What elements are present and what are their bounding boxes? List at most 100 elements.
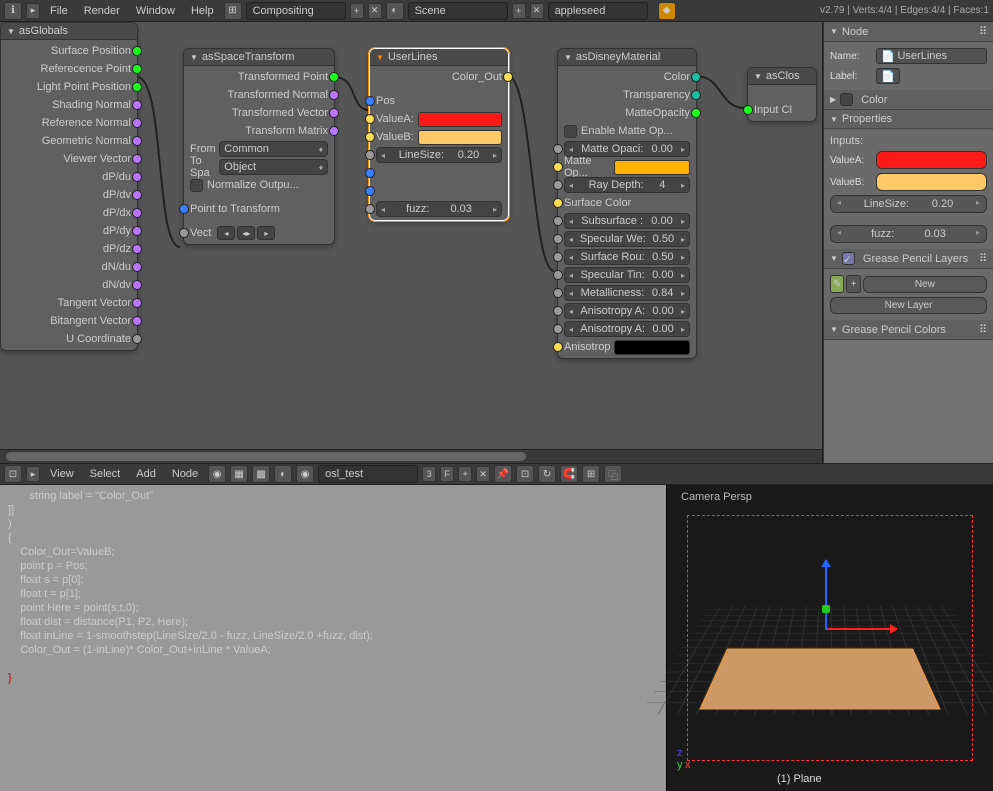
material-icon[interactable]: ◉ <box>296 465 314 483</box>
layout-del-button[interactable]: ✕ <box>368 3 382 19</box>
menu-help[interactable]: Help <box>185 3 220 19</box>
script-del-icon[interactable]: ✕ <box>476 466 490 482</box>
tree-type-comp-icon[interactable]: ▦ <box>230 465 248 483</box>
label-field[interactable]: 📄 <box>876 68 900 84</box>
metallicness-field[interactable]: ◂Metallicness:0.84▸ <box>564 285 690 301</box>
tree-type-tex-icon[interactable]: ▩ <box>252 465 270 483</box>
node-asclosure[interactable]: ▼asClos Input Cl <box>747 67 817 122</box>
grip-icon[interactable]: ⠿ <box>979 25 987 38</box>
scene-del-button[interactable]: ✕ <box>530 3 544 19</box>
node-canvas-scrollbar[interactable] <box>0 449 822 463</box>
subsurface-field[interactable]: ◂Subsurface :0.00▸ <box>564 213 690 229</box>
menu-view[interactable]: View <box>44 466 80 482</box>
out-transformed-vector: Transformed Vector <box>232 107 328 119</box>
editor-type-icon[interactable]: ℹ <box>4 2 22 20</box>
fuzz-field[interactable]: ◂fuzz:0.03▸ <box>376 201 502 217</box>
node-editor-canvas[interactable]: ▼asGlobals Surface Position Referecence … <box>0 22 823 463</box>
color-checkbox[interactable] <box>840 93 853 106</box>
spectin-field[interactable]: ◂Specular Tin:0.00▸ <box>564 267 690 283</box>
gizmo-y-axis[interactable] <box>822 605 830 613</box>
gizmo-z-axis[interactable] <box>825 560 827 630</box>
users-count[interactable]: 3 <box>422 466 436 482</box>
valueb-swatch[interactable] <box>876 173 987 191</box>
nav-prev-icon[interactable]: ◂ <box>217 226 235 240</box>
code-text: string label = "Color_Out" ]] ) { Color_… <box>8 490 373 656</box>
backdrop-icon[interactable]: ⊡ <box>516 465 534 483</box>
node-asglobals[interactable]: ▼asGlobals Surface Position Referecence … <box>0 22 138 351</box>
new-button[interactable]: New <box>863 276 987 293</box>
aniso-a-field[interactable]: ◂Anisotropy A:0.00▸ <box>564 303 690 319</box>
specwe-field[interactable]: ◂Specular We:0.50▸ <box>564 231 690 247</box>
pencil-icon[interactable]: ✎ <box>830 275 844 293</box>
valuea-swatch[interactable] <box>418 112 502 127</box>
properties-panel: ▼Node⠿ Name:📄 UserLines Label:📄 ▶Color ▼… <box>823 22 993 463</box>
out-color-out: Color_Out <box>452 71 502 83</box>
valuea-label: ValueA: <box>830 155 872 166</box>
layout-add-button[interactable]: + <box>350 3 364 19</box>
menu-add[interactable]: Add <box>130 466 162 482</box>
layout-dropdown[interactable]: Compositing <box>246 2 346 20</box>
from-dropdown[interactable]: Common♦ <box>219 141 328 157</box>
scene-add-button[interactable]: + <box>512 3 526 19</box>
node-asdisneymaterial[interactable]: ▼asDisneyMaterial Color Transparency Mat… <box>557 48 697 359</box>
linesize-field[interactable]: ◂LineSize:0.20▸ <box>830 195 987 213</box>
panel-node-header[interactable]: ▼Node⠿ <box>824 22 993 42</box>
menu-node[interactable]: Node <box>166 466 204 482</box>
out-reference-point: Referecence Point <box>41 63 132 75</box>
gp-layers-checkbox[interactable]: ✓ <box>842 252 855 265</box>
tospace-dropdown[interactable]: Object♦ <box>219 159 328 175</box>
valueb-swatch[interactable] <box>418 130 502 145</box>
node-title: asClos <box>766 70 800 82</box>
fuzz-field[interactable]: ◂fuzz:0.03▸ <box>830 225 987 243</box>
panel-gp-colors-header[interactable]: ▼Grease Pencil Colors⠿ <box>824 320 993 340</box>
nav-next-icon[interactable]: ▸ <box>257 226 275 240</box>
script-add-icon[interactable]: + <box>458 466 472 482</box>
anisotrop-swatch[interactable] <box>614 340 690 355</box>
panel-gp-layers-header[interactable]: ▼✓Grease Pencil Layers⠿ <box>824 249 993 269</box>
scene-dropdown[interactable]: Scene <box>408 2 508 20</box>
text-editor[interactable]: string label = "Color_Out" ]] ) { Color_… <box>0 485 666 791</box>
menu-file[interactable]: File <box>44 3 74 19</box>
raydepth-field[interactable]: ◂Ray Depth:4▸ <box>564 177 690 193</box>
name-field[interactable]: 📄 UserLines <box>876 48 987 64</box>
fake-user-button[interactable]: F <box>440 466 454 482</box>
nav-sep-icon[interactable]: ◂▸ <box>237 226 255 240</box>
snap-icon[interactable]: 🧲 <box>560 465 578 483</box>
snap-type-icon[interactable]: ⊞ <box>582 465 600 483</box>
node-asspacetransform[interactable]: ▼asSpaceTransform Transformed Point Tran… <box>183 48 335 245</box>
renderer-dropdown[interactable]: appleseed <box>548 2 648 20</box>
expand-icon[interactable]: ▸ <box>26 466 40 482</box>
gizmo-x-axis[interactable] <box>827 628 897 630</box>
enable-matte-checkbox[interactable] <box>564 125 577 138</box>
script-dropdown[interactable]: osl_test <box>318 465 418 483</box>
menu-select[interactable]: Select <box>84 466 127 482</box>
aniso-a2-field[interactable]: ◂Anisotropy A:0.00▸ <box>564 321 690 337</box>
shader-type-icon[interactable]: ◐ <box>274 465 292 483</box>
expand-icon[interactable]: ▸ <box>26 3 40 19</box>
menu-render[interactable]: Render <box>78 3 126 19</box>
out-viewer-vector: Viewer Vector <box>63 153 131 165</box>
copy-icon[interactable]: ⿻ <box>604 465 622 483</box>
tree-type-shader-icon[interactable]: ◉ <box>208 465 226 483</box>
matte-op-swatch[interactable] <box>614 160 690 175</box>
node-title: asGlobals <box>19 25 68 37</box>
linesize-field[interactable]: ◂LineSize:0.20▸ <box>376 147 502 163</box>
menu-window[interactable]: Window <box>130 3 181 19</box>
new-layer-button[interactable]: New Layer <box>830 297 987 314</box>
valuea-swatch[interactable] <box>876 151 987 169</box>
panel-color-header[interactable]: ▶Color <box>824 90 993 110</box>
scene-icon[interactable]: ◐ <box>386 2 404 20</box>
screen-layout-icon[interactable]: ⊞ <box>224 2 242 20</box>
out-tangent: Tangent Vector <box>58 297 131 309</box>
editor-type-icon[interactable]: ⊡ <box>4 465 22 483</box>
grip-icon[interactable]: ⠿ <box>979 323 987 336</box>
panel-properties-header[interactable]: ▼Properties <box>824 110 993 129</box>
autoupdate-icon[interactable]: ↻ <box>538 465 556 483</box>
node-userlines[interactable]: ▼UserLines Color_Out Pos ValueA: ValueB:… <box>369 48 509 221</box>
grip-icon[interactable]: ⠿ <box>979 252 987 265</box>
pin-icon[interactable]: 📌 <box>494 465 512 483</box>
viewport-3d[interactable]: Camera Persp z y x (1) Plane <box>666 485 993 791</box>
add-layer-icon[interactable]: + <box>846 275 860 293</box>
normalize-checkbox[interactable] <box>190 179 203 192</box>
surfrou-field[interactable]: ◂Surface Rou:0.50▸ <box>564 249 690 265</box>
